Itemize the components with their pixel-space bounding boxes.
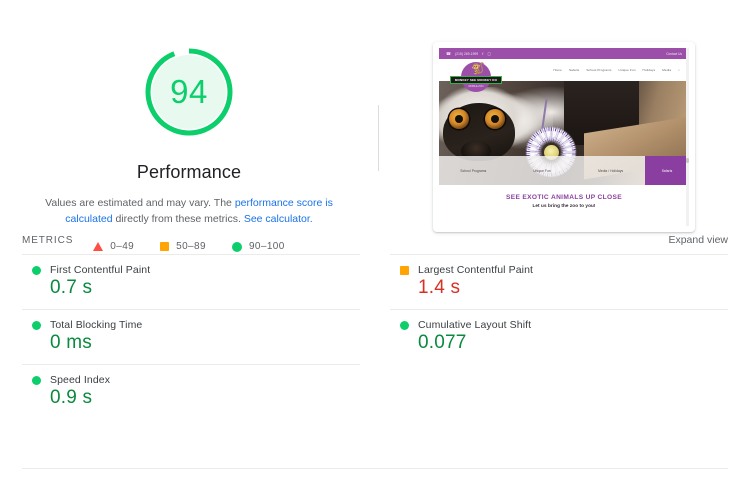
logo-band-text: MONKEY SEE MONKEY DO <box>454 78 498 82</box>
status-square-icon <box>400 265 409 275</box>
site-scrollbar-thumb <box>686 158 689 164</box>
site-logo: 🐒 MONKEY SEE MONKEY DO MOBILE ZOO <box>450 62 502 98</box>
metric-row: Largest Contentful Paint <box>390 264 728 276</box>
metric-name: Largest Contentful Paint <box>418 264 534 276</box>
page-screenshot-card[interactable]: ☎ (215) 269-1999 f ◻ Contact Us 🐒 MONKEY… <box>433 42 695 232</box>
instagram-icon: ◻ <box>487 50 491 56</box>
metric-speed-index[interactable]: Speed Index 0.9 s <box>22 364 360 419</box>
site-category-unique-fun: Unique Fun <box>533 168 551 173</box>
metric-name: Speed Index <box>50 374 111 386</box>
lighthouse-report: 94 Performance Values are estimated and … <box>0 0 750 500</box>
metric-total-blocking-time[interactable]: Total Blocking Time 0 ms <box>22 309 360 364</box>
site-nav-item-school-programs: School Programs <box>586 68 612 72</box>
section-divider <box>22 468 728 469</box>
site-caption: SEE EXOTIC ANIMALS UP CLOSE Let us bring… <box>439 185 689 214</box>
score-column: 94 Performance Values are estimated and … <box>0 40 378 252</box>
site-caption-subline: Let us bring the zoo to you! <box>532 203 596 208</box>
site-category-media-holidays: Media / Holidays <box>598 168 624 173</box>
phone-icon: ☎ <box>446 50 452 56</box>
site-nav-items: Home Safaris School Programs Unique Fun … <box>553 68 680 72</box>
metric-cumulative-layout-shift[interactable]: Cumulative Layout Shift 0.077 <box>390 309 728 364</box>
metric-row: First Contentful Paint <box>22 264 360 276</box>
legend-label-average: 50–89 <box>176 241 206 252</box>
metric-name: Cumulative Layout Shift <box>418 319 532 331</box>
metric-row: Cumulative Layout Shift <box>390 319 728 331</box>
legend-item-fail: 0–49 <box>93 241 134 252</box>
site-category-bar: School Programs Unique Fun Media / Holid… <box>439 156 689 185</box>
status-circle-icon <box>32 265 41 275</box>
site-nav-item-media: Media <box>662 68 672 72</box>
site-category-school-programs: School Programs <box>460 168 487 173</box>
site-caption-headline: SEE EXOTIC ANIMALS UP CLOSE <box>505 194 623 201</box>
site-scrollbar <box>686 48 689 226</box>
logo-band: MONKEY SEE MONKEY DO <box>450 76 502 84</box>
see-calculator-link[interactable]: See calculator. <box>244 213 313 225</box>
legend-item-pass: 90–100 <box>231 241 285 252</box>
lemur-eye-left <box>449 109 469 129</box>
site-nav: 🐒 MONKEY SEE MONKEY DO MOBILE ZOO Home S… <box>439 59 689 92</box>
legend-item-average: 50–89 <box>160 241 206 252</box>
description-text-1: Values are estimated and may vary. The <box>45 197 235 209</box>
page-title: Performance <box>136 162 242 182</box>
report-summary: 94 Performance Values are estimated and … <box>0 0 750 252</box>
status-circle-icon <box>32 375 41 385</box>
score-legend: 0–49 50–89 90–100 <box>93 241 284 252</box>
score-description: Values are estimated and may vary. The p… <box>33 195 345 227</box>
score-value: 94 <box>170 73 208 110</box>
description-text-2: directly from these metrics. <box>112 213 244 225</box>
thumbnail-column: ☎ (215) 269-1999 f ◻ Contact Us 🐒 MONKEY… <box>378 40 750 232</box>
metric-value: 0.9 s <box>50 387 93 408</box>
site-search-icon: ⌕ <box>678 68 680 72</box>
site-nav-item-holidays: Holidays <box>642 68 656 72</box>
facebook-icon: f <box>482 50 484 56</box>
status-circle-icon <box>32 320 41 330</box>
vertical-divider <box>378 105 379 171</box>
site-nav-item-safaris: Safaris <box>568 68 580 72</box>
site-contact-link: Contact Us <box>666 51 682 56</box>
metric-name: First Contentful Paint <box>50 264 151 276</box>
metric-row: Speed Index <box>22 374 360 386</box>
metrics-section: METRICS Expand view First Contentful Pai… <box>0 230 750 419</box>
metric-first-contentful-paint[interactable]: First Contentful Paint 0.7 s <box>22 254 360 309</box>
metric-value: 0.077 <box>418 332 467 353</box>
metrics-grid: First Contentful Paint 0.7 s Largest Con… <box>22 254 728 419</box>
metric-value: 0 ms <box>50 332 92 353</box>
metric-row: Total Blocking Time <box>22 319 360 331</box>
metric-value: 0.7 s <box>50 277 93 298</box>
legend-label-fail: 0–49 <box>110 241 135 252</box>
legend-label-pass: 90–100 <box>248 241 285 252</box>
expand-view-button[interactable]: Expand view <box>668 234 728 246</box>
site-phone: (215) 269-1999 <box>455 51 479 56</box>
site-cta-safaris: Safaris <box>645 156 689 185</box>
status-circle-icon <box>400 320 409 330</box>
site-preview: ☎ (215) 269-1999 f ◻ Contact Us 🐒 MONKEY… <box>439 48 689 226</box>
performance-gauge[interactable]: 94 <box>141 44 237 140</box>
circle-icon <box>231 241 242 252</box>
logo-subtitle: MOBILE ZOO <box>468 84 484 88</box>
square-icon <box>160 242 170 251</box>
site-topbar-left: ☎ (215) 269-1999 f ◻ <box>446 50 491 56</box>
lemur-eye-right <box>485 109 505 129</box>
metric-largest-contentful-paint[interactable]: Largest Contentful Paint 1.4 s <box>390 254 728 309</box>
triangle-icon <box>93 242 104 251</box>
metric-name: Total Blocking Time <box>50 319 143 331</box>
site-nav-item-unique-fun: Unique Fun <box>618 68 636 72</box>
metric-value: 1.4 s <box>418 277 461 298</box>
site-topbar: ☎ (215) 269-1999 f ◻ Contact Us <box>439 48 689 59</box>
site-nav-item-home: Home <box>553 68 562 72</box>
